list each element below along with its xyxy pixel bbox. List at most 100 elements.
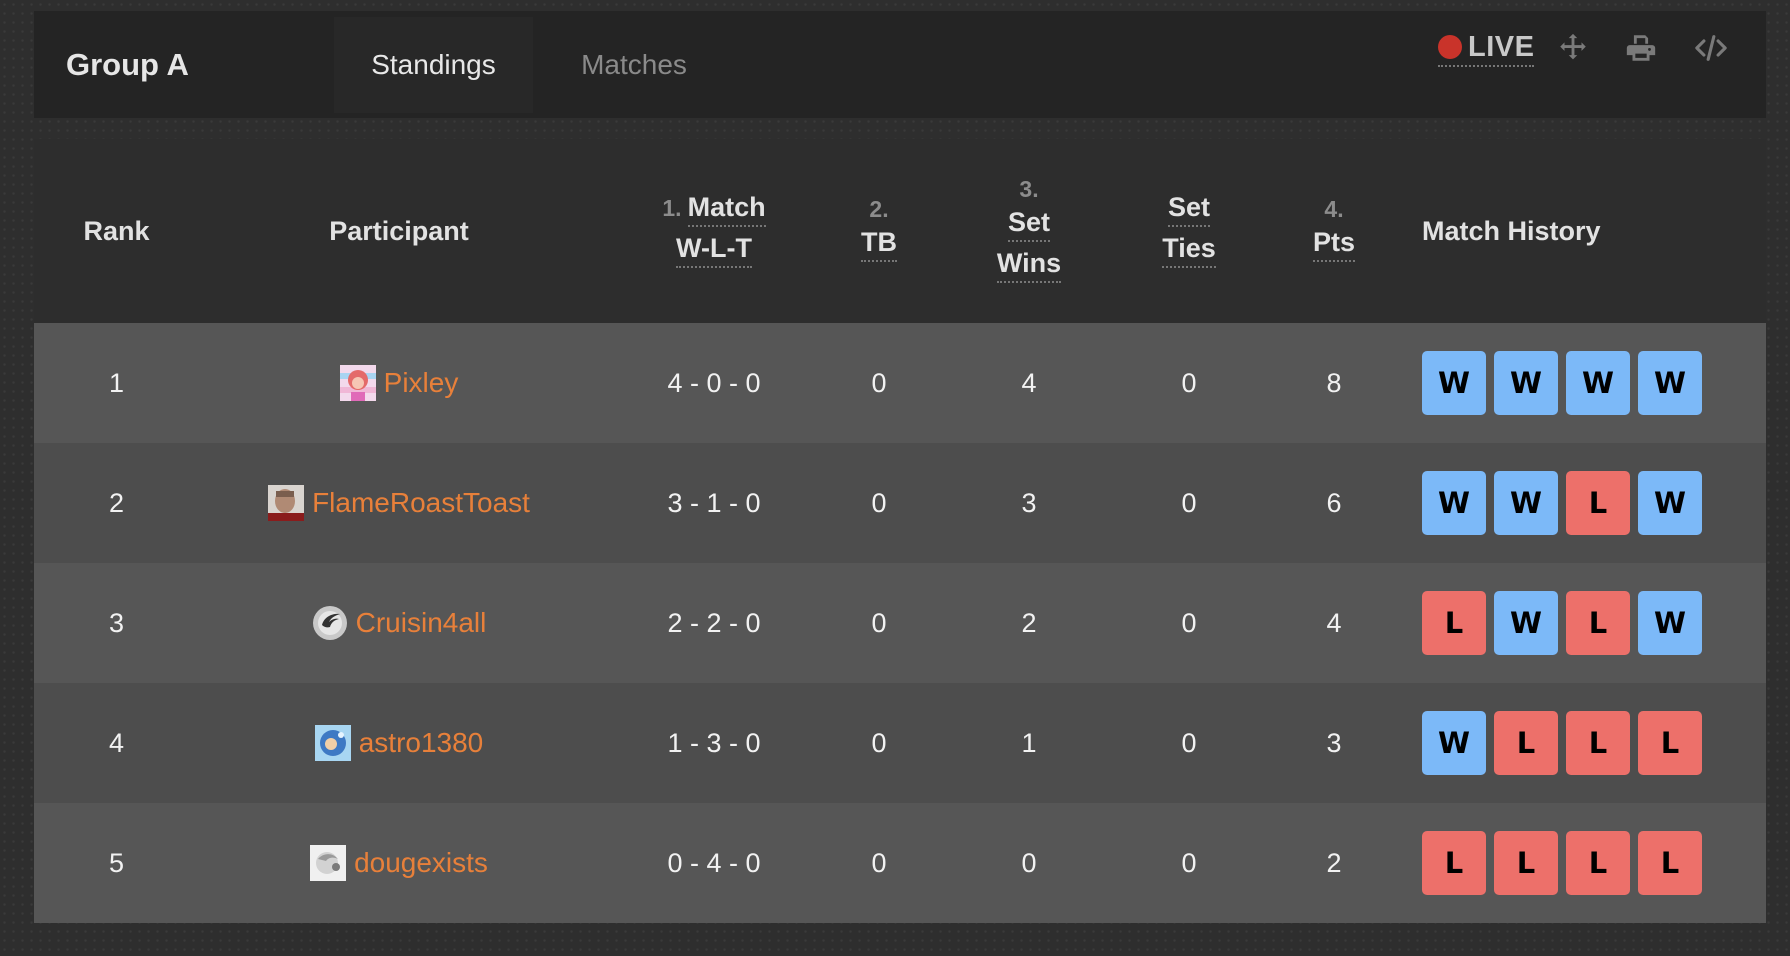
table-row: 3 Cruisin4all 2 - 2 - 00204LWLW [34,563,1766,683]
match-history-cell: LWLW [1422,563,1742,683]
match-result-badge[interactable]: W [1638,591,1702,655]
tiebreak-order-2: 2. [869,196,889,222]
avatar[interactable] [310,845,347,881]
rank-cell: 1 [108,367,125,398]
header-tools: LIVE [1426,11,1766,91]
tb-cell: 0 [871,847,887,878]
avatar[interactable] [339,365,376,401]
set-wins-cell: 4 [1021,367,1037,398]
match-result-badge[interactable]: W [1422,711,1486,775]
participant-cell: Cruisin4all [199,563,599,683]
column-header-rank: Rank [34,139,199,323]
match-result-badge[interactable]: W [1494,471,1558,535]
set-wins-cell: 1 [1021,727,1037,758]
match-wlt-cell: 0 - 4 - 0 [667,847,761,878]
match-result-badge[interactable]: W [1494,351,1558,415]
set-ties-cell: 0 [1181,487,1197,518]
set-ties-cell: 0 [1181,367,1197,398]
match-result-badge[interactable]: L [1494,711,1558,775]
pts-cell: 2 [1326,847,1342,878]
set-wins-cell: 3 [1021,487,1037,518]
participant-name-link[interactable]: Cruisin4all [356,607,487,639]
set-ties-cell: 0 [1181,847,1197,878]
match-result-badge[interactable]: W [1638,351,1702,415]
column-header-pts[interactable]: 4. Pts [1249,139,1419,323]
match-history-cell: WLLL [1422,683,1742,803]
rank-cell: 4 [108,727,125,758]
match-wlt-cell: 3 - 1 - 0 [667,487,761,518]
participant-name-link[interactable]: astro1380 [359,727,484,759]
rank-header-label: Rank [83,215,150,246]
participant-name-link[interactable]: Pixley [384,367,459,399]
match-result-badge[interactable]: W [1422,351,1486,415]
pts-cell: 6 [1326,487,1342,518]
participant-header-label: Participant [329,215,469,246]
tiebreak-order-4: 4. [1324,196,1344,222]
column-header-set-ties[interactable]: Set Ties [1129,139,1249,323]
avatar[interactable] [312,605,348,641]
column-header-match-wlt[interactable]: 1. Match W-L-T [599,139,829,323]
tab-matches[interactable]: Matches [549,17,719,113]
match-result-badge[interactable]: L [1566,591,1630,655]
standings-table: Rank Participant 1. Match W-L-T 2. TB 3.… [34,139,1766,923]
live-indicator[interactable]: LIVE [1438,29,1535,67]
match-result-badge[interactable]: L [1494,831,1558,895]
rank-cell: 5 [108,847,125,878]
match-result-badge[interactable]: W [1566,351,1630,415]
match-result-badge[interactable]: L [1566,711,1630,775]
tb-cell: 0 [871,487,887,518]
group-header-bar: Group A Standings Matches LIVE [34,11,1766,118]
embed-code-icon[interactable] [1694,31,1728,65]
pts-cell: 3 [1326,727,1342,758]
match-history-header-label: Match History [1422,215,1601,246]
participant-cell: Pixley [199,323,599,443]
tab-standings[interactable]: Standings [334,17,533,113]
match-result-badge[interactable]: W [1494,591,1558,655]
column-header-participant: Participant [199,139,599,323]
column-header-match-history: Match History [1422,139,1622,323]
tb-header-label: TB [861,225,897,262]
participant-name-link[interactable]: FlameRoastToast [312,487,530,519]
match-result-badge[interactable]: W [1638,471,1702,535]
table-row: 1 Pixley 4 - 0 - 00408WWWW [34,323,1766,443]
wlt-header-label: W-L-T [676,231,752,268]
tiebreak-order-1: 1. [662,195,682,221]
avatar[interactable] [268,485,305,521]
match-result-badge[interactable]: L [1422,591,1486,655]
match-result-badge[interactable]: L [1422,831,1486,895]
group-title: Group A [66,47,189,82]
match-history-cell: WWLW [1422,443,1742,563]
table-header: Rank Participant 1. Match W-L-T 2. TB 3.… [34,139,1766,323]
match-history-cell: LLLL [1422,803,1742,923]
match-result-badge[interactable]: L [1566,471,1630,535]
participant-name-link[interactable]: dougexists [354,847,488,879]
set-ties-header-line1: Set [1167,190,1211,227]
rank-cell: 2 [108,487,125,518]
move-icon[interactable] [1556,31,1590,65]
match-history-cell: WWWW [1422,323,1742,443]
set-wins-cell: 2 [1021,607,1037,638]
match-wlt-cell: 4 - 0 - 0 [667,367,761,398]
rank-cell: 3 [108,607,125,638]
set-ties-cell: 0 [1181,607,1197,638]
table-row: 5 dougexists 0 - 4 - 00002LLLL [34,803,1766,923]
tb-cell: 0 [871,727,887,758]
participant-cell: FlameRoastToast [199,443,599,563]
live-dot-icon [1438,35,1462,59]
match-result-badge[interactable]: L [1638,831,1702,895]
match-header-label: Match [687,190,766,227]
match-result-badge[interactable]: L [1638,711,1702,775]
set-ties-cell: 0 [1181,727,1197,758]
avatar[interactable] [314,725,351,761]
tb-cell: 0 [871,367,887,398]
live-label: LIVE [1468,30,1535,63]
set-ties-header-line2: Ties [1162,231,1216,268]
column-header-tb[interactable]: 2. TB [829,139,929,323]
tiebreak-order-3: 3. [1019,175,1039,202]
match-result-badge[interactable]: L [1566,831,1630,895]
column-header-set-wins[interactable]: 3. Set Wins [929,139,1129,323]
participant-cell: astro1380 [199,683,599,803]
match-result-badge[interactable]: W [1422,471,1486,535]
set-wins-header-line1: Set [1007,205,1051,242]
print-icon[interactable] [1624,31,1658,65]
